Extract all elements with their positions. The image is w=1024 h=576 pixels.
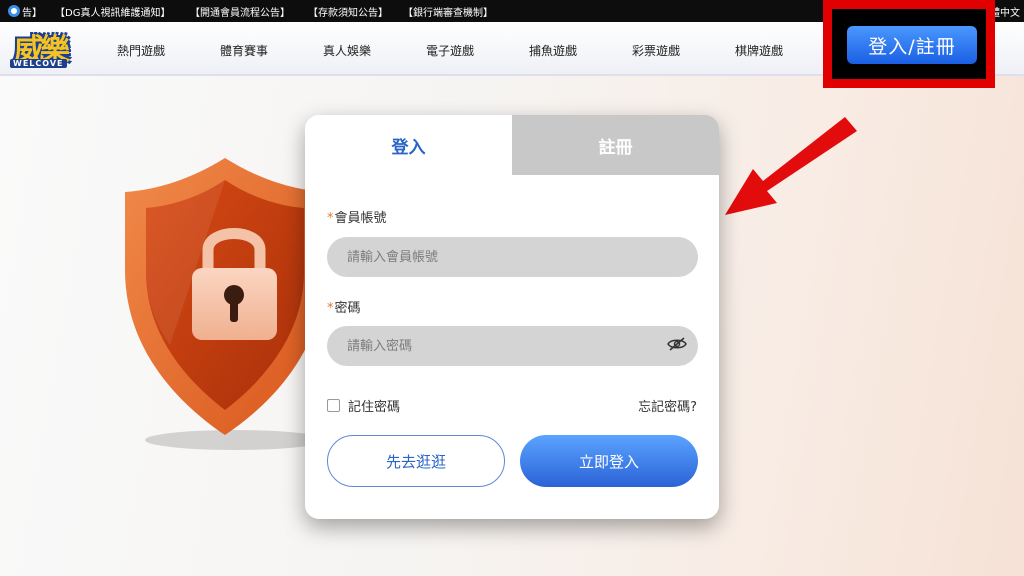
announcement-item[interactable]: 【DG真人視訊維護通知】 — [55, 4, 170, 19]
nav-item-fishing[interactable]: 捕魚遊戲 — [529, 42, 577, 59]
speaker-icon — [8, 5, 20, 17]
tab-register[interactable]: 註冊 — [512, 115, 719, 175]
password-label-text: 密碼 — [334, 301, 361, 316]
password-input[interactable] — [327, 326, 698, 366]
nav-item-live-casino[interactable]: 真人娛樂 — [323, 42, 371, 59]
account-input[interactable] — [327, 237, 698, 277]
remember-checkbox[interactable] — [327, 399, 340, 412]
eye-slash-icon[interactable] — [667, 336, 687, 352]
login-card: 登入 註冊 *會員帳號 *密碼 記住密碼 忘記密碼? 先去逛逛 立即登入 — [305, 115, 719, 519]
nav-item-card-games[interactable]: 棋牌遊戲 — [735, 42, 783, 59]
site-logo[interactable]: 威樂 WELCOVE — [8, 25, 88, 71]
nav-item-lottery[interactable]: 彩票遊戲 — [632, 42, 680, 59]
account-label-text: 會員帳號 — [334, 211, 387, 226]
nav-item-slots[interactable]: 電子遊戲 — [426, 42, 474, 59]
remember-label: 記住密碼 — [348, 400, 401, 415]
announcement-item[interactable]: 告】 — [22, 4, 42, 19]
announcement-item[interactable]: 【開通會員流程公告】 — [190, 4, 290, 19]
required-mark: * — [327, 301, 334, 316]
remember-password[interactable]: 記住密碼 — [327, 396, 400, 415]
browse-button[interactable]: 先去逛逛 — [327, 435, 505, 487]
password-label: *密碼 — [327, 297, 361, 316]
logo-word: WELCOVE — [10, 59, 67, 68]
announcement-item[interactable]: 【存款須知公告】 — [308, 4, 388, 19]
tab-login[interactable]: 登入 — [305, 115, 512, 175]
red-arrow-icon — [725, 117, 857, 215]
nav-item-hot-games[interactable]: 熱門遊戲 — [117, 42, 165, 59]
account-label: *會員帳號 — [327, 207, 387, 226]
required-mark: * — [327, 211, 334, 226]
nav-item-sports[interactable]: 體育賽事 — [220, 42, 268, 59]
login-submit-button[interactable]: 立即登入 — [520, 435, 698, 487]
forgot-password-link[interactable]: 忘記密碼? — [638, 396, 697, 415]
announcement-item[interactable]: 【銀行端審查機制】 — [403, 4, 493, 19]
login-register-button[interactable]: 登入/註冊 — [847, 26, 977, 64]
